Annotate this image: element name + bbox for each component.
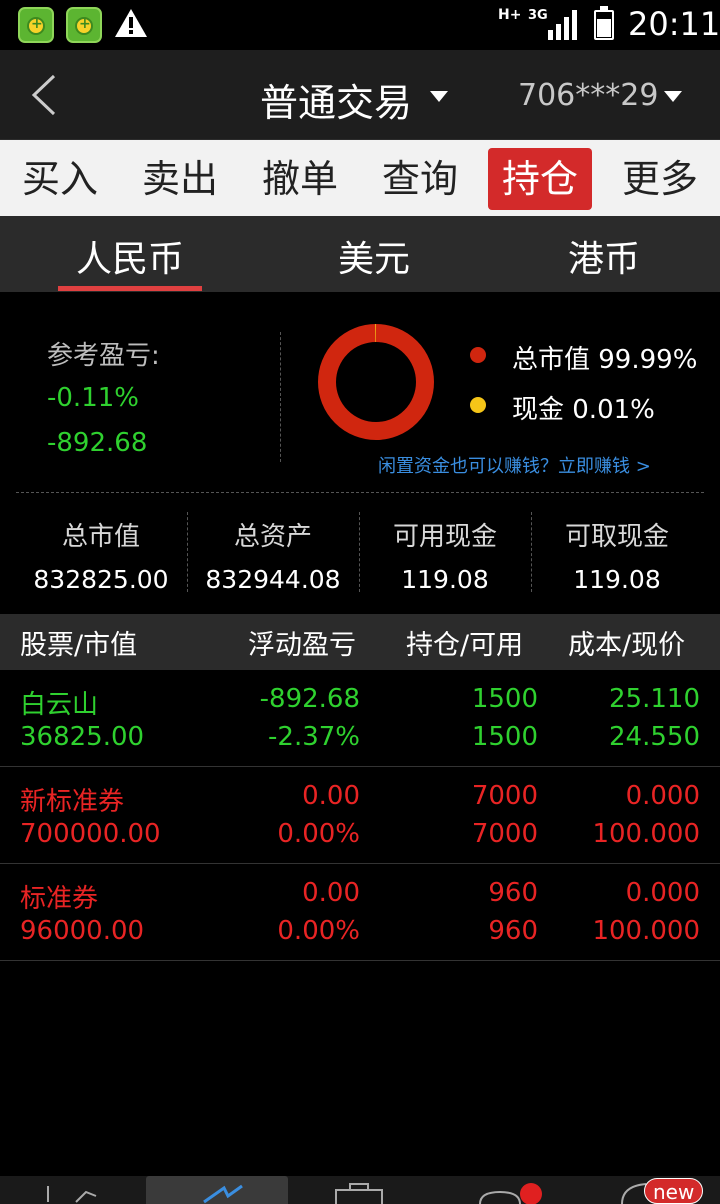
divider <box>16 492 704 493</box>
back-arrow-icon[interactable] <box>26 72 66 118</box>
current-price: 100.000 <box>592 819 700 849</box>
stock-name: 白云山 <box>20 690 99 720</box>
title-dropdown-icon[interactable] <box>430 91 448 102</box>
network-type-label: H+ <box>498 7 522 23</box>
stat-label: 总资产 <box>233 522 312 552</box>
bag-icon[interactable] <box>326 1176 396 1204</box>
stat-total-assets: 总资产 832944.08 <box>187 516 359 594</box>
idle-funds-promo-link[interactable]: 闲置资金也可以赚钱？立即赚钱 > <box>378 452 651 478</box>
tab-rmb[interactable]: 人民币 <box>76 230 184 282</box>
network-generation-label: 3G <box>528 8 548 23</box>
column-header-position[interactable]: 持仓/可用 <box>406 623 523 662</box>
title-bar: 普通交易 706***29 <box>0 50 720 140</box>
legend-cash: 现金 0.01% <box>512 395 655 425</box>
current-price: 100.000 <box>592 916 700 946</box>
tab-positions[interactable]: 持仓 <box>488 148 592 210</box>
bottom-nav <box>0 1176 720 1204</box>
available-qty: 7000 <box>471 819 538 849</box>
floating-pl: 0.00 <box>302 781 360 811</box>
floating-pl-percent: 0.00% <box>277 819 360 849</box>
tab-buy[interactable]: 买入 <box>8 148 112 210</box>
tab-sell[interactable]: 卖出 <box>128 148 232 210</box>
available-qty: 960 <box>488 916 538 946</box>
position-qty: 7000 <box>471 781 538 811</box>
tab-hkd[interactable]: 港币 <box>568 230 640 282</box>
new-badge: new <box>644 1178 704 1204</box>
cost-price: 0.000 <box>625 878 700 908</box>
app-notification-icon <box>18 7 54 43</box>
stat-total-market-value: 总市值 832825.00 <box>15 516 187 594</box>
battery-icon <box>594 6 614 40</box>
stat-label: 可取现金 <box>564 522 669 552</box>
position-qty: 1500 <box>471 684 538 714</box>
floating-pl-percent: 0.00% <box>277 916 360 946</box>
ref-pl-percent: -0.11% <box>47 383 139 413</box>
ref-pl-label: 参考盈亏: <box>47 341 160 371</box>
tab-more[interactable]: 更多 <box>608 148 712 210</box>
table-row[interactable]: 新标准券 700000.00 0.00 0.00% 7000 7000 0.00… <box>0 767 720 864</box>
ref-pl-value: -892.68 <box>47 428 148 458</box>
asset-donut-chart <box>318 324 434 440</box>
account-dropdown-icon[interactable] <box>664 91 682 102</box>
stat-label: 总市值 <box>61 522 140 552</box>
position-qty: 960 <box>488 878 538 908</box>
page-title[interactable]: 普通交易 <box>260 72 412 127</box>
table-row[interactable]: 标准券 96000.00 0.00 0.00% 960 960 0.000 10… <box>0 864 720 961</box>
column-header-pl[interactable]: 浮动盈亏 <box>248 623 356 662</box>
tab-usd[interactable]: 美元 <box>338 230 410 282</box>
positions-table-header: 股票/市值 浮动盈亏 持仓/可用 成本/现价 <box>0 614 720 670</box>
floating-pl-percent: -2.37% <box>268 722 360 752</box>
column-header-cost-price[interactable]: 成本/现价 <box>568 623 685 662</box>
cost-price: 25.110 <box>609 684 700 714</box>
warning-icon <box>115 9 147 37</box>
divider <box>280 332 281 462</box>
stat-withdrawable-cash: 可取现金 119.08 <box>531 516 703 594</box>
clock: 20:11 <box>628 5 720 43</box>
app-notification-icon <box>66 7 102 43</box>
stat-value: 119.08 <box>573 565 661 594</box>
cost-price: 0.000 <box>625 781 700 811</box>
available-qty: 1500 <box>471 722 538 752</box>
market-icon[interactable] <box>40 1176 110 1204</box>
current-price: 24.550 <box>609 722 700 752</box>
floating-pl: 0.00 <box>302 878 360 908</box>
table-row[interactable]: 白云山 36825.00 -892.68 -2.37% 1500 1500 25… <box>0 670 720 767</box>
market-value: 700000.00 <box>20 819 161 849</box>
currency-tab-bar: 人民币 美元 港币 <box>0 216 720 292</box>
stat-value: 119.08 <box>401 565 489 594</box>
status-bar: H+ 3G 20:11 <box>0 0 720 50</box>
market-value: 96000.00 <box>20 916 145 946</box>
notification-dot <box>520 1183 542 1204</box>
signal-icon <box>548 10 577 40</box>
tab-cancel-order[interactable]: 撤单 <box>248 148 352 210</box>
market-value: 36825.00 <box>20 722 145 752</box>
legend-market-value: 总市值 99.99% <box>512 345 698 375</box>
stock-name: 标准券 <box>20 884 99 914</box>
stat-label: 可用现金 <box>392 522 497 552</box>
stat-value: 832944.08 <box>205 565 341 594</box>
active-tab-indicator <box>58 286 202 291</box>
account-selector[interactable]: 706***29 <box>518 78 658 113</box>
stat-available-cash: 可用现金 119.08 <box>359 516 531 594</box>
legend-dot-market-value <box>470 347 486 363</box>
tab-query[interactable]: 查询 <box>368 148 472 210</box>
function-tab-bar: 买入 卖出 撤单 查询 持仓 更多 <box>0 140 720 216</box>
legend-dot-cash <box>470 397 486 413</box>
floating-pl: -892.68 <box>259 684 360 714</box>
stock-name: 新标准券 <box>20 787 125 817</box>
column-header-stock[interactable]: 股票/市值 <box>20 623 137 662</box>
trade-icon <box>203 1184 243 1204</box>
stat-value: 832825.00 <box>33 565 169 594</box>
donut-slice-market-value <box>318 324 434 440</box>
nav-item-trade[interactable] <box>146 1176 288 1204</box>
